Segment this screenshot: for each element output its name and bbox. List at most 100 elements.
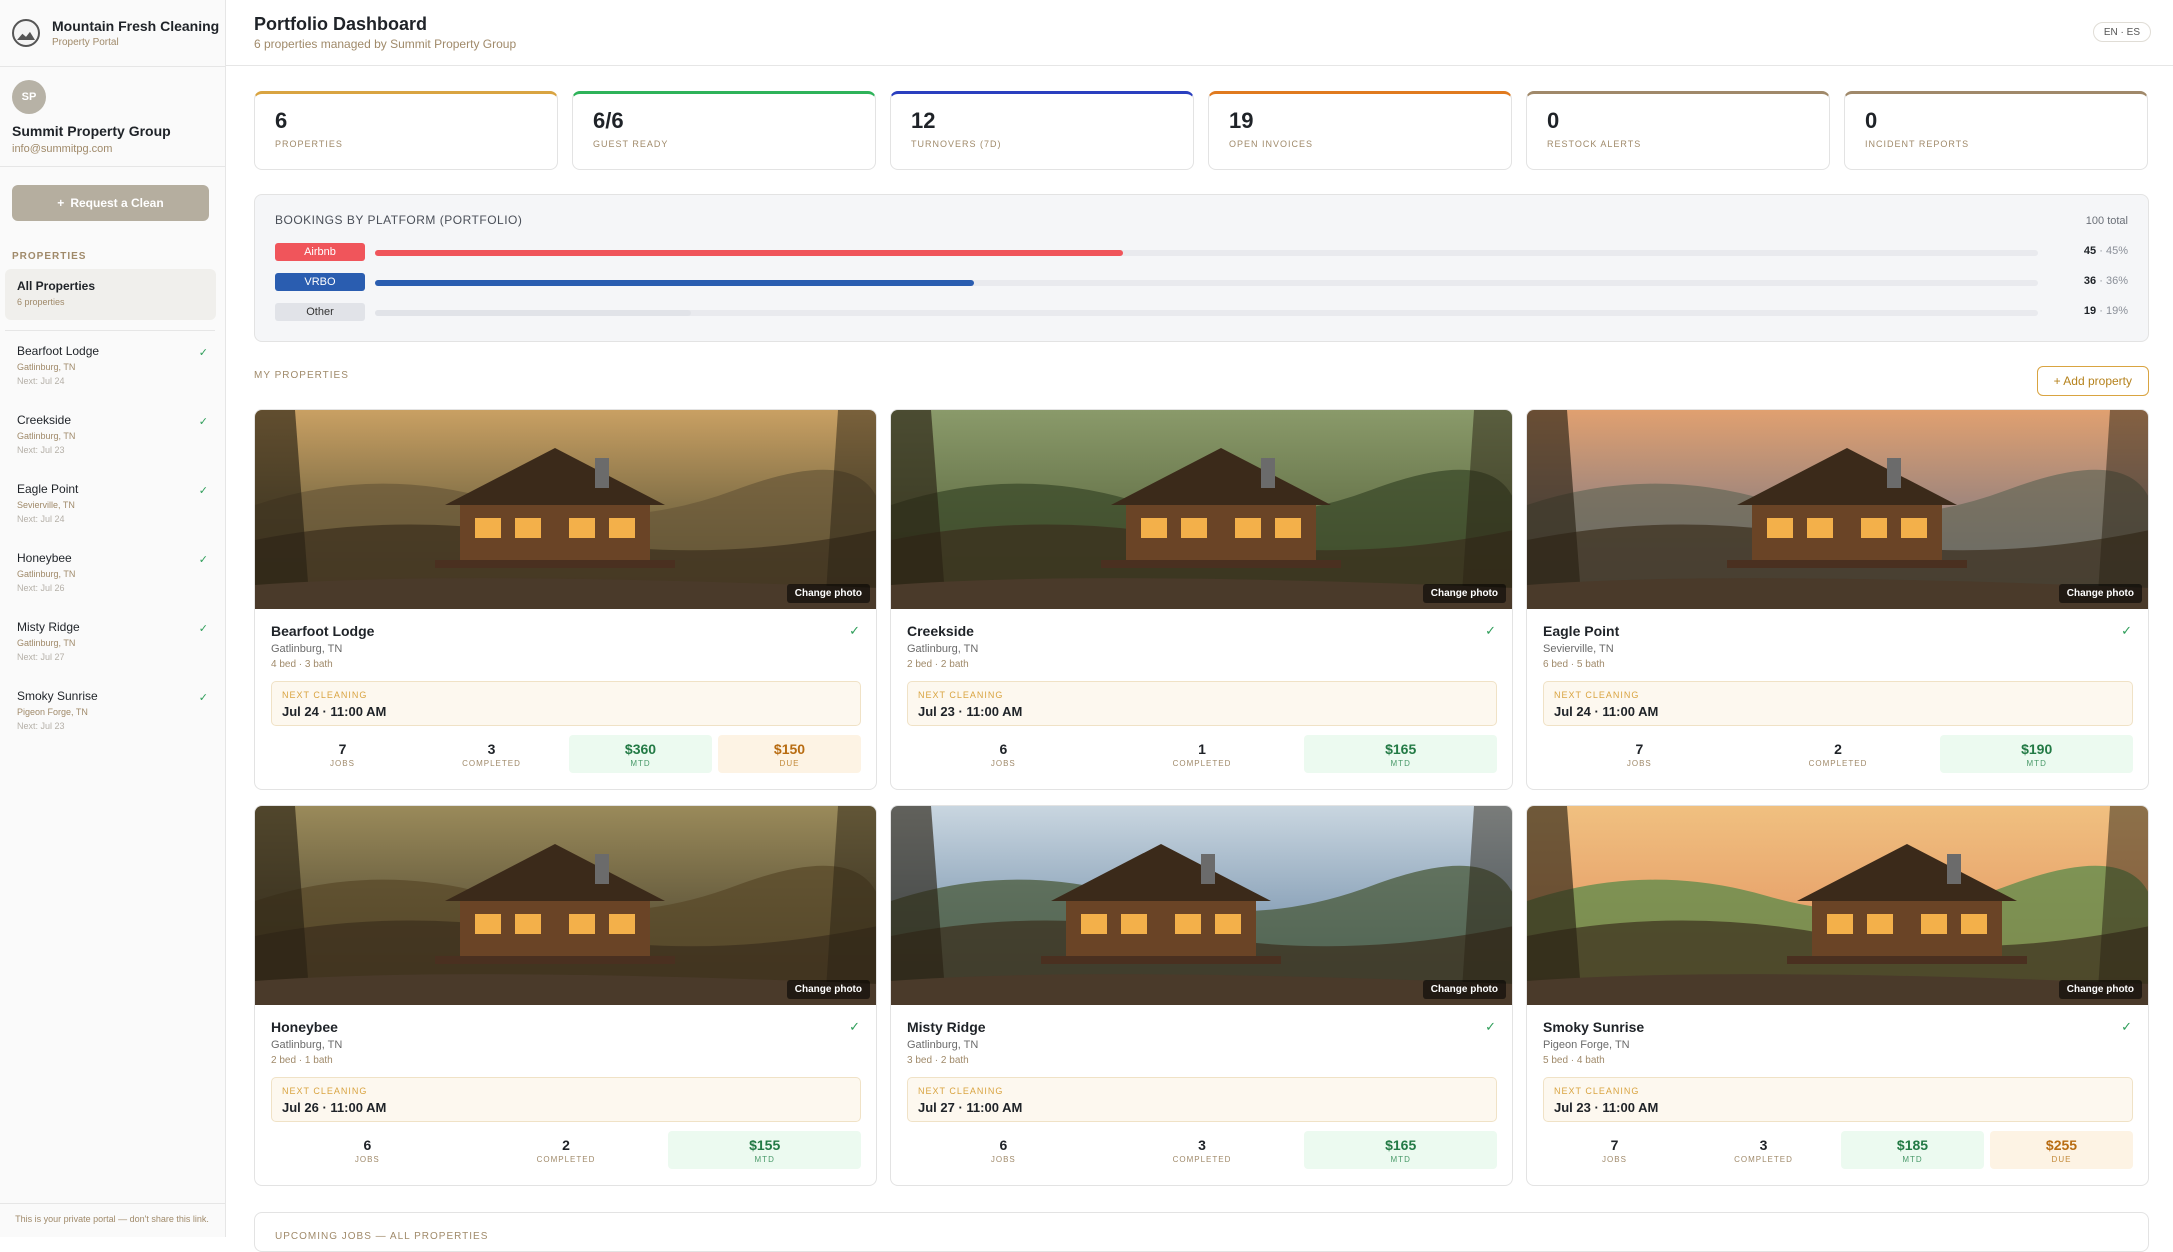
property-photo: Change photo (891, 806, 1512, 1005)
sidebar-item-property[interactable]: Honeybee Gatlinburg, TN Next: Jul 26 ✓ (17, 551, 212, 593)
booking-pct: 45% (2105, 245, 2128, 257)
change-photo-button[interactable]: Change photo (786, 980, 870, 999)
booking-value: 19 · 19% (2083, 305, 2128, 317)
change-photo-button[interactable]: Change photo (1422, 584, 1506, 603)
metric-value: $255 (2045, 1136, 2078, 1153)
metric-value: 6 (363, 1136, 372, 1153)
sidebar-property-next: Next: Jul 24 (17, 376, 65, 386)
stat-value: 0 (1865, 108, 1878, 133)
brand[interactable]: Mountain Fresh Cleaning Property Portal (12, 18, 219, 48)
metric-label: JOBS (1626, 758, 1652, 768)
property-card[interactable]: Change photo Smoky Sunrise ✓ Pigeon Forge, … (1526, 805, 2149, 1186)
stat-card[interactable]: 12 TURNOVERS (7D) (890, 91, 1194, 170)
brand-name: Mountain Fresh Cleaning (52, 18, 220, 34)
property-photo: Change photo (1527, 410, 2148, 609)
property-card[interactable]: Change photo Bearfoot Lodge ✓ Gatlinburg, T… (254, 409, 877, 790)
divider (0, 66, 225, 67)
request-clean-button[interactable]: + Request a Clean (12, 185, 209, 221)
property-card[interactable]: Change photo Eagle Point ✓ Sevierville, TN 6… (1526, 409, 2149, 790)
change-photo-button[interactable]: Change photo (1422, 980, 1506, 999)
language-toggle[interactable]: EN · ES (2092, 22, 2151, 42)
sidebar-item-property[interactable]: Creekside Gatlinburg, TN Next: Jul 23 ✓ (17, 413, 212, 455)
check-icon: ✓ (849, 623, 860, 638)
property-card[interactable]: Change photo Honeybee ✓ Gatlinburg, TN 2 bed… (254, 805, 877, 1186)
metric-due: $255 DUE (1990, 1131, 2133, 1169)
add-property-button[interactable]: + Add property (2036, 366, 2149, 396)
all-properties-label: All Properties (17, 279, 96, 293)
metric-mtd: $360 MTD (569, 735, 712, 773)
metric-label: MTD (1390, 758, 1411, 768)
stat-label: RESTOCK ALERTS (1547, 139, 1642, 149)
platform-tag: Other (275, 303, 365, 321)
check-icon: ✓ (1485, 1019, 1496, 1034)
upcoming-jobs-panel: UPCOMING JOBS — ALL PROPERTIES (254, 1212, 2149, 1252)
property-card[interactable]: Change photo Creekside ✓ Gatlinburg, TN 2 be… (890, 409, 1513, 790)
stat-card[interactable]: 6 PROPERTIES (254, 91, 558, 170)
sidebar-property-next: Next: Jul 27 (17, 652, 65, 662)
sidebar-item-property[interactable]: Misty Ridge Gatlinburg, TN Next: Jul 27 ✓ (17, 620, 212, 662)
mountain-logo-icon (12, 19, 40, 47)
booking-row: Airbnb 45 · 45% (275, 242, 2128, 262)
sidebar-property-name: Creekside (17, 413, 72, 427)
next-cleaning-label: NEXT CLEANING (1554, 1086, 1640, 1096)
divider (5, 330, 215, 331)
property-name: Misty Ridge (907, 1019, 986, 1035)
change-photo-button[interactable]: Change photo (2058, 980, 2142, 999)
stat-card[interactable]: 6/6 GUEST READY (572, 91, 876, 170)
metric-label: COMPLETED (536, 1154, 596, 1164)
property-beds: 3 bed · 2 bath (907, 1055, 969, 1066)
stats-row: 6 PROPERTIES 6/6 GUEST READY 12 TURNOVERS (7D… (254, 91, 2148, 170)
metric-value: 2 (562, 1136, 570, 1153)
property-photo: Change photo (891, 410, 1512, 609)
metric-value: 3 (1198, 1136, 1206, 1153)
property-name: Eagle Point (1543, 623, 1620, 639)
sidebar: Mountain Fresh Cleaning Property Portal … (0, 0, 226, 1237)
metric-mtd: $165 MTD (1304, 1131, 1498, 1169)
sidebar-item-property[interactable]: Bearfoot Lodge Gatlinburg, TN Next: Jul 24… (17, 344, 212, 386)
stat-value: 6 (275, 108, 288, 133)
stat-card[interactable]: 0 INCIDENT REPORTS (1844, 91, 2148, 170)
property-metrics: 7 JOBS 3 COMPLETED $360 MTD $150 DUE (271, 735, 861, 773)
change-photo-button[interactable]: Change photo (2058, 584, 2142, 603)
sidebar-item-property[interactable]: Smoky Sunrise Pigeon Forge, TN Next: Jul 2… (17, 689, 212, 731)
booking-bar-fill (375, 310, 691, 316)
next-cleaning-value: Jul 27 · 11:00 AM (918, 1100, 1023, 1115)
booking-bar-track (375, 280, 2038, 286)
property-beds: 6 bed · 5 bath (1543, 659, 1605, 670)
sidebar-property-location: Gatlinburg, TN (17, 362, 76, 372)
booking-pct: 36% (2105, 275, 2128, 287)
bookings-panel: BOOKINGS BY PLATFORM (PORTFOLIO) 100 tot… (254, 194, 2149, 342)
metric-value: 3 (1759, 1136, 1768, 1153)
metric-due: $150 DUE (718, 735, 861, 773)
property-beds: 2 bed · 1 bath (271, 1055, 333, 1066)
sidebar-item-property[interactable]: Eagle Point Sevierville, TN Next: Jul 24 ✓ (17, 482, 212, 524)
metric-value: $360 (624, 740, 657, 757)
sidebar-item-all-properties[interactable]: All Properties 6 properties (5, 269, 216, 320)
stat-card[interactable]: 0 RESTOCK ALERTS (1526, 91, 1830, 170)
metric-mtd: $190 MTD (1940, 735, 2134, 773)
stat-value: 0 (1547, 108, 1560, 133)
sidebar-property-name: Bearfoot Lodge (17, 344, 100, 358)
stat-card[interactable]: 19 OPEN INVOICES (1208, 91, 1512, 170)
stat-label: GUEST READY (593, 139, 669, 149)
property-metrics: 6 JOBS 3 COMPLETED $165 MTD (907, 1131, 1498, 1169)
change-photo-button[interactable]: Change photo (786, 584, 870, 603)
property-photo: Change photo (255, 806, 876, 1005)
metric-label: JOBS (330, 758, 355, 768)
bookings-total: 100 total (2085, 215, 2128, 227)
metric-completed: 3 COMPLETED (1692, 1131, 1835, 1169)
property-photo: Change photo (1527, 806, 2148, 1005)
metric-label: JOBS (354, 1154, 380, 1164)
metric-jobs: 7 JOBS (271, 735, 414, 773)
metric-completed: 2 COMPLETED (470, 1131, 663, 1169)
metric-label: MTD (1390, 1154, 1411, 1164)
stat-value: 12 (911, 108, 936, 133)
property-name: Bearfoot Lodge (271, 623, 375, 639)
metric-value: $150 (773, 740, 806, 757)
page-title: Portfolio Dashboard (254, 14, 428, 34)
property-card[interactable]: Change photo Misty Ridge ✓ Gatlinburg, TN 3 … (890, 805, 1513, 1186)
sidebar-property-next: Next: Jul 23 (17, 721, 65, 731)
main-content: Portfolio Dashboard 6 properties managed… (226, 0, 2173, 1252)
metric-value: 6 (999, 740, 1008, 757)
metric-value: $165 (1385, 1136, 1417, 1153)
